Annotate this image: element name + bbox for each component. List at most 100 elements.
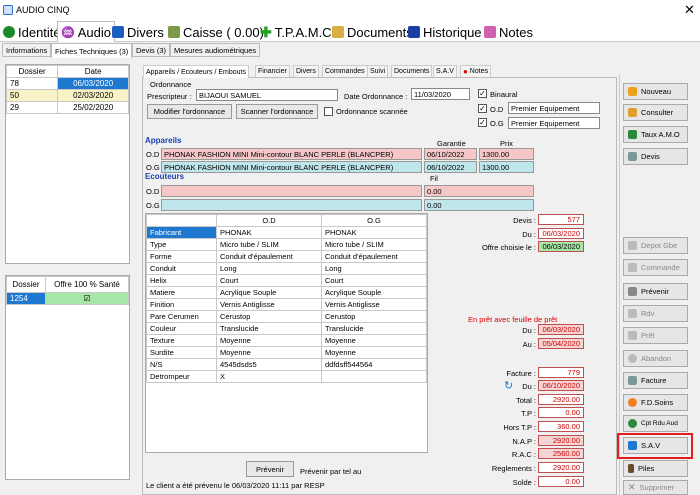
od-prix-field[interactable]: 1300.00	[479, 148, 534, 160]
offre-choisie-date[interactable]: 06/03/2020	[538, 241, 584, 252]
col-dossier[interactable]: Dossier	[5, 65, 59, 78]
piles-button[interactable]: Piles	[623, 460, 688, 477]
subtab-mesures[interactable]: Mesures audiométriques	[170, 43, 261, 57]
modifier-ordonnance-button[interactable]: Modifier l'ordonnance	[147, 104, 232, 119]
ptab-sav[interactable]: S.A.V	[433, 65, 457, 77]
subtab-fiches-techniques[interactable]: Fiches Techniques (3)	[51, 43, 133, 58]
od-fil-field[interactable]: 0.00	[424, 185, 534, 197]
supprimer-button[interactable]: ✕ Supprimer	[623, 480, 688, 495]
ptab-commandes[interactable]: Commandes	[322, 65, 368, 77]
table-row[interactable]: Detrompeur X	[146, 370, 427, 383]
table-row[interactable]: N/S 4545dsds5 ddfdsff544564	[146, 358, 427, 371]
scanner-ordonnance-button[interactable]: Scanner l'ordonnance	[236, 104, 318, 119]
tab-tpamc[interactable]: ✚ T.P.A.M.C	[260, 23, 332, 41]
og-fil-field[interactable]: 0.00	[424, 199, 534, 211]
od-appareil-field[interactable]: PHONAK FASHION MINI Mini-contour BLANC P…	[161, 148, 422, 160]
cpt-rdu-aud-button[interactable]: Cpt Rdu Aud	[623, 415, 688, 432]
devis-number[interactable]: 577	[538, 214, 584, 225]
prevenu-footer: Le client a été prévenu le 06/03/2020 11…	[146, 481, 325, 490]
abandon-button[interactable]: Abandon	[623, 350, 688, 367]
date-ordonnance-label: Date Ordonnance :	[344, 92, 408, 101]
od-garantie-field[interactable]: 06/10/2022	[424, 148, 477, 160]
dossier-list[interactable]: Dossier Date 78 06/03/2020 50 02/03/2020 29…	[5, 64, 130, 264]
identity-icon	[3, 26, 15, 38]
table-row[interactable]: Helix Court Court	[146, 274, 427, 287]
col-date[interactable]: Date	[57, 65, 129, 78]
sante-list[interactable]: Dossier Offre 100 % Santé 1254 ☑	[5, 275, 130, 480]
table-row[interactable]: Finition Vernis Antiglisse Vernis Antiglis…	[146, 298, 427, 311]
tab-audio[interactable]: ♒ Audio	[57, 21, 115, 42]
sante-checkbox[interactable]: ☑	[44, 292, 130, 305]
ptab-notes[interactable]: ● Notes	[460, 65, 492, 77]
og-appareil-field[interactable]: PHONAK FASHION MINI Mini-contour BLANC P…	[161, 161, 422, 173]
table-row[interactable]: Type Micro tube / SLIM Micro tube / SLIM	[146, 238, 427, 251]
tab-notes[interactable]: Notes	[484, 23, 533, 41]
tab-identite[interactable]: Identité	[3, 23, 61, 41]
rdv-button[interactable]: Rdv	[623, 305, 688, 322]
ordonnance-scannee-checkbox[interactable]	[324, 107, 333, 116]
phone-icon	[628, 287, 637, 296]
consulter-button[interactable]: Consulter	[623, 104, 688, 121]
col-dossier[interactable]: Dossier	[6, 276, 46, 293]
taux-amo-button[interactable]: Taux A.M.O	[623, 126, 688, 143]
table-row[interactable]: 50 02/03/2020	[5, 89, 129, 102]
facture-button[interactable]: Facture	[623, 372, 688, 389]
prix-header: Prix	[500, 139, 513, 148]
table-row[interactable]: Forme Conduit d'épaulement Conduit d'épaul…	[146, 250, 427, 263]
close-icon[interactable]: ✕	[684, 2, 695, 18]
pret-button[interactable]: Prêt	[623, 327, 688, 344]
window-title: AUDIO CINQ	[16, 5, 70, 15]
od-equipement-field[interactable]: Premier Equipement	[508, 102, 600, 114]
depot-gbe-button[interactable]: Depot Gbe	[623, 237, 688, 254]
fd-soins-button[interactable]: F.D.Soins	[623, 394, 688, 411]
table-row[interactable]: Pare Cerumen Cerustop Cerustop	[146, 310, 427, 323]
money-icon	[628, 130, 637, 139]
table-row[interactable]: Texture Moyenne Moyenne	[146, 334, 427, 347]
prevenir-button[interactable]: Prévenir	[246, 461, 294, 477]
tab-documents[interactable]: Documents	[332, 23, 413, 41]
devis-date[interactable]: 06/03/2020	[538, 228, 584, 239]
table-row[interactable]: Matiere Acrylique Souple Acrylique Souple	[146, 286, 427, 299]
facture-number[interactable]: 779	[538, 367, 584, 378]
tab-historique[interactable]: Historique	[408, 23, 482, 41]
commande-button[interactable]: Commande	[623, 259, 688, 276]
table-row[interactable]: 1254 ☑	[6, 292, 130, 305]
binaural-checkbox[interactable]: ✓	[478, 89, 487, 98]
ptab-suivi[interactable]: Suivi	[367, 65, 389, 77]
prevenir-side-button[interactable]: Prévenir	[623, 283, 688, 300]
table-row[interactable]: Fabricant PHONAK PHONAK	[146, 226, 427, 239]
sav-button[interactable]: S.A.V	[623, 437, 688, 454]
og-checkbox[interactable]: ✓	[478, 118, 487, 127]
subtab-informations[interactable]: Informations	[2, 43, 52, 57]
facture-date[interactable]: 06/10/2020	[538, 380, 584, 391]
tab-divers[interactable]: Divers	[112, 23, 164, 41]
date-ordonnance-field[interactable]: 11/03/2020	[411, 88, 470, 100]
red-dot-icon: ●	[463, 67, 468, 76]
devis-button[interactable]: Devis	[623, 148, 688, 165]
ptab-financier[interactable]: Financier	[255, 65, 290, 77]
prescripteur-field[interactable]: BIJAOUI SAMUEL	[196, 89, 338, 101]
og-equipement-field[interactable]: Premier Equipement	[508, 117, 600, 129]
nap-value: 2920.00	[538, 435, 584, 446]
og-ecouteur-label: O.G	[146, 201, 160, 210]
og-prix-field[interactable]: 1300.00	[479, 161, 534, 173]
table-row[interactable]: Conduit Long Long	[146, 262, 427, 275]
pret-du-date[interactable]: 06/03/2020	[538, 324, 584, 335]
col-offre-sante[interactable]: Offre 100 % Santé	[44, 276, 130, 293]
table-row[interactable]: 29 25/02/2020	[5, 101, 129, 114]
nouveau-button[interactable]: Nouveau	[623, 83, 688, 100]
ptab-appareils[interactable]: Appareils / Ecouteurs / Embouts	[143, 65, 249, 78]
table-row[interactable]: 78 06/03/2020	[5, 77, 129, 90]
documents-icon	[332, 26, 344, 38]
table-row[interactable]: Surdite Moyenne Moyenne	[146, 346, 427, 359]
od-checkbox[interactable]: ✓	[478, 104, 487, 113]
ptab-divers[interactable]: Divers	[293, 65, 319, 77]
pret-au-date[interactable]: 05/04/2020	[538, 338, 584, 349]
og-ecouteur-field[interactable]	[161, 199, 422, 211]
od-ecouteur-field[interactable]	[161, 185, 422, 197]
subtab-devis[interactable]: Devis (3)	[132, 43, 171, 57]
table-row[interactable]: Couleur Translucide Translucide	[146, 322, 427, 335]
og-garantie-field[interactable]: 06/10/2022	[424, 161, 477, 173]
ptab-documents[interactable]: Documents	[391, 65, 433, 77]
tab-caisse[interactable]: Caisse ( 0.00)	[168, 23, 264, 41]
